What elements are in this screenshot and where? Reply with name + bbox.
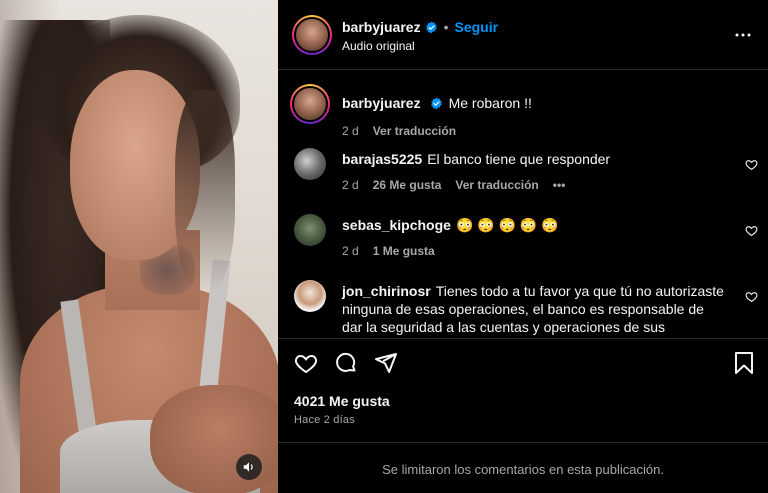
post-time[interactable]: Hace 2 días xyxy=(294,414,355,426)
caption-time[interactable]: 2 d xyxy=(342,124,359,138)
comment-meta: 2 d 1 Me gusta xyxy=(342,244,435,258)
audio-link[interactable]: Audio original xyxy=(342,39,415,53)
post-header: barbyjuarez • Seguir Audio original xyxy=(278,0,768,70)
commenter-avatar[interactable] xyxy=(294,214,326,246)
video-subject-arm xyxy=(150,385,278,493)
heart-icon[interactable] xyxy=(294,351,318,375)
author-username[interactable]: barbyjuarez xyxy=(342,19,421,35)
follow-button[interactable]: Seguir xyxy=(455,19,499,35)
comment-more-icon[interactable]: ••• xyxy=(553,178,566,192)
comments-limited-notice: Se limitaron los comentarios en esta pub… xyxy=(382,462,664,477)
commenter-avatar[interactable] xyxy=(294,280,326,312)
comment-author[interactable]: jon_chirinosr xyxy=(342,283,431,299)
comment-likes[interactable]: 26 Me gusta xyxy=(373,178,442,192)
heart-icon[interactable] xyxy=(745,224,758,237)
translate-link[interactable]: Ver traducción xyxy=(455,178,538,192)
caption-text-row: barbyjuarez Me robaron !! xyxy=(342,94,728,112)
verified-badge-icon xyxy=(425,21,437,33)
comment-time[interactable]: 2 d xyxy=(342,178,359,192)
video-subject-hair xyxy=(175,90,235,290)
separator-dot: • xyxy=(443,19,449,35)
comment-text-row: jon_chirinosr Tienes todo a tu favor ya q… xyxy=(342,282,728,336)
comment-time[interactable]: 2 d xyxy=(342,244,359,258)
share-icon[interactable] xyxy=(374,351,398,375)
likes-count[interactable]: 4021 Me gusta xyxy=(294,393,390,409)
post-video[interactable] xyxy=(0,0,278,493)
author-row: barbyjuarez • Seguir xyxy=(342,19,498,35)
translate-link[interactable]: Ver traducción xyxy=(373,124,456,138)
commenter-avatar[interactable] xyxy=(294,148,326,180)
comment-text: 😳 😳 😳 😳 😳 xyxy=(455,217,559,233)
more-options-icon[interactable] xyxy=(734,26,752,44)
heart-icon[interactable] xyxy=(745,158,758,171)
heart-icon[interactable] xyxy=(745,290,758,303)
caption-meta: 2 d Ver traducción xyxy=(342,124,456,138)
comment-likes[interactable]: 1 Me gusta xyxy=(373,244,435,258)
bookmark-icon[interactable] xyxy=(733,351,755,375)
author-avatar[interactable] xyxy=(290,84,330,124)
mute-button[interactable] xyxy=(236,454,262,480)
comment-text: El banco tiene que responder xyxy=(427,151,611,167)
comment-text-row: sebas_kipchoge 😳 😳 😳 😳 😳 xyxy=(342,216,728,234)
post-panel: barbyjuarez • Seguir Audio original barb… xyxy=(278,0,768,493)
comments-list[interactable]: barbyjuarez Me robaron !! 2 d Ver traduc… xyxy=(278,70,768,338)
comment-icon[interactable] xyxy=(334,351,358,375)
caption-author[interactable]: barbyjuarez xyxy=(342,95,421,111)
speaker-icon xyxy=(243,462,253,472)
comment-author[interactable]: barajas5225 xyxy=(342,151,422,167)
post-actions: 4021 Me gusta Hace 2 días xyxy=(278,338,768,443)
verified-badge-icon xyxy=(430,97,442,110)
caption-text: Me robaron !! xyxy=(448,95,532,111)
author-avatar[interactable] xyxy=(292,15,332,55)
comment-meta: 2 d 26 Me gusta Ver traducción ••• xyxy=(342,178,565,192)
comment-author[interactable]: sebas_kipchoge xyxy=(342,217,451,233)
comment-text-row: barajas5225 El banco tiene que responder xyxy=(342,150,728,168)
